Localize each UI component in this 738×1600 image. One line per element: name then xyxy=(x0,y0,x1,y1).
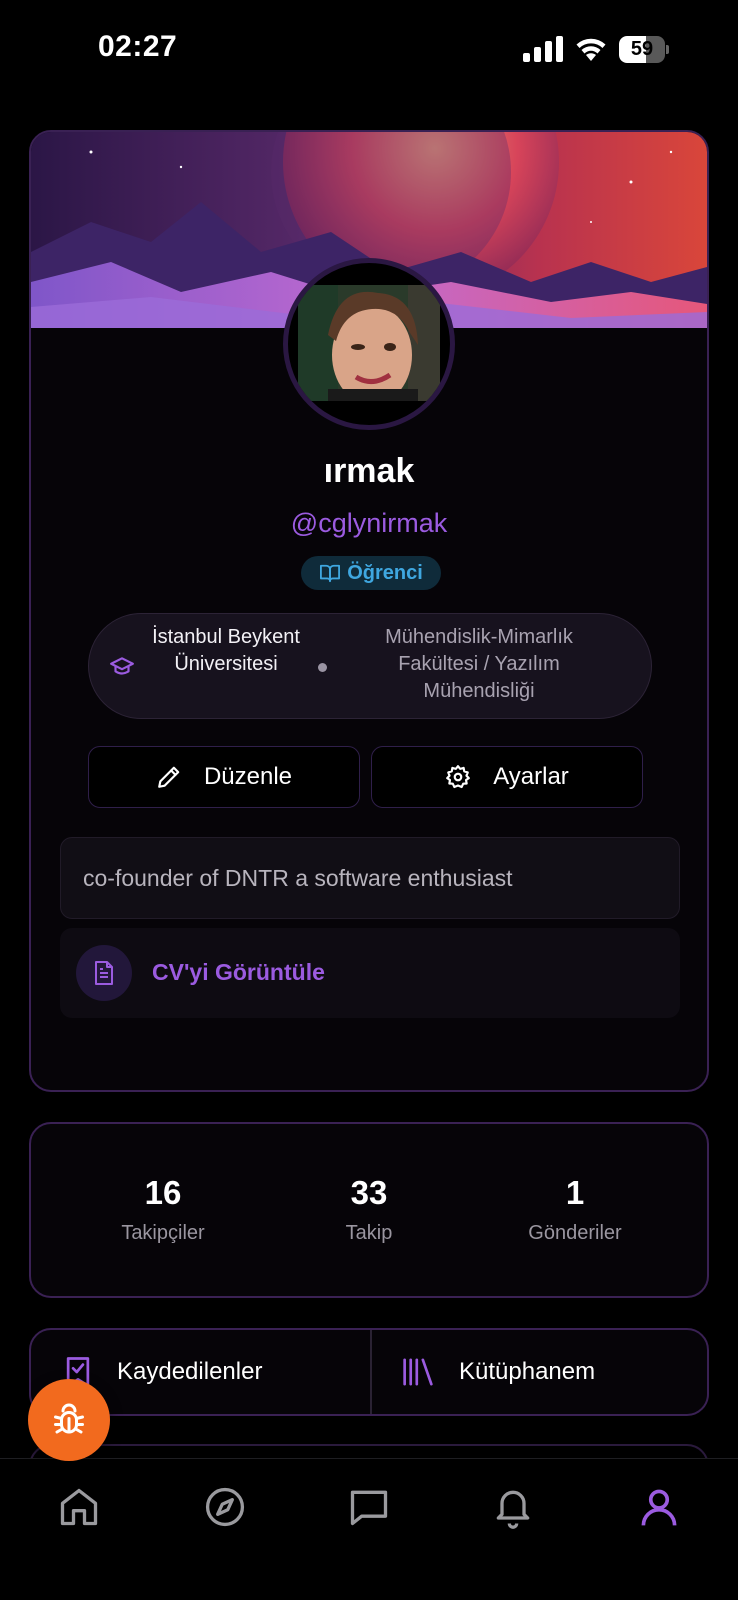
edit-profile-button[interactable]: Düzenle xyxy=(88,746,360,808)
stat-label: Takipçiler xyxy=(121,1222,205,1244)
bio-box: co-founder of DNTR a software enthusiast xyxy=(60,837,680,919)
avatar[interactable] xyxy=(283,258,455,430)
university-name: İstanbul Beykent Üniversitesi xyxy=(152,626,300,675)
settings-label: Ayarlar xyxy=(493,763,569,790)
view-cv-label: CV'yi Görüntüle xyxy=(152,959,325,985)
education-pill: İstanbul Beykent Üniversitesi Mühendisli… xyxy=(88,613,652,719)
settings-button[interactable]: Ayarlar xyxy=(371,746,643,808)
stats-card: 16 Takipçiler 33 Takip 1 Gönderiler xyxy=(29,1122,709,1298)
quick-links-card: Kaydedilenler Kütüphanem xyxy=(29,1328,709,1416)
graduation-cap-icon xyxy=(110,657,134,675)
role-label: Öğrenci xyxy=(347,561,423,584)
notifications-icon[interactable] xyxy=(491,1485,535,1529)
library-icon xyxy=(403,1358,433,1386)
profile-name: ırmak xyxy=(323,452,415,490)
explore-icon[interactable] xyxy=(203,1485,247,1529)
bio-text: co-founder of DNTR a software enthusiast xyxy=(83,865,513,891)
battery-level: 59 xyxy=(630,38,654,60)
status-bar: 02:27 59 xyxy=(0,0,738,100)
cv-icon-circle xyxy=(76,945,132,1001)
pencil-icon xyxy=(158,766,180,788)
stat-value: 1 xyxy=(565,1174,585,1211)
bug-report-button[interactable] xyxy=(28,1379,110,1461)
library-label: Kütüphanem xyxy=(459,1358,596,1385)
stat-value: 33 xyxy=(350,1174,388,1211)
battery-indicator: 59 xyxy=(619,36,669,63)
gear-icon xyxy=(446,765,471,789)
avatar-photo xyxy=(298,285,440,401)
home-icon[interactable] xyxy=(57,1485,101,1529)
bottom-nav xyxy=(0,1458,738,1600)
library-button[interactable]: Kütüphanem xyxy=(401,1330,595,1414)
role-badge: Öğrenci xyxy=(301,556,441,590)
file-text-icon xyxy=(95,961,113,985)
profile-icon[interactable] xyxy=(637,1485,681,1529)
department-name: Mühendislik-Mimarlık Fakültesi / Yazılım… xyxy=(385,626,573,702)
stat-label: Takip xyxy=(345,1222,393,1244)
profile-username: @cglynirmak xyxy=(290,508,448,538)
bug-icon xyxy=(54,1403,84,1434)
wifi-icon xyxy=(576,38,606,61)
cellular-signal-icon xyxy=(523,36,563,62)
stat-followers[interactable]: 16 Takipçiler xyxy=(63,1174,263,1245)
links-divider xyxy=(370,1330,372,1414)
edit-profile-label: Düzenle xyxy=(203,763,293,790)
profile-card: ırmak @cglynirmak Öğrenci İstanbul Beyke… xyxy=(29,130,709,1092)
saved-label: Kaydedilenler xyxy=(117,1358,263,1385)
stat-label: Gönderiler xyxy=(528,1222,622,1244)
status-time: 02:27 xyxy=(98,30,178,63)
messages-icon[interactable] xyxy=(347,1485,391,1529)
view-cv-button[interactable]: CV'yi Görüntüle xyxy=(60,928,680,1018)
separator-dot xyxy=(318,663,327,672)
stat-posts[interactable]: 1 Gönderiler xyxy=(475,1174,675,1245)
book-open-icon xyxy=(320,564,341,583)
stat-value: 16 xyxy=(144,1174,182,1211)
stat-following[interactable]: 33 Takip xyxy=(269,1174,469,1245)
